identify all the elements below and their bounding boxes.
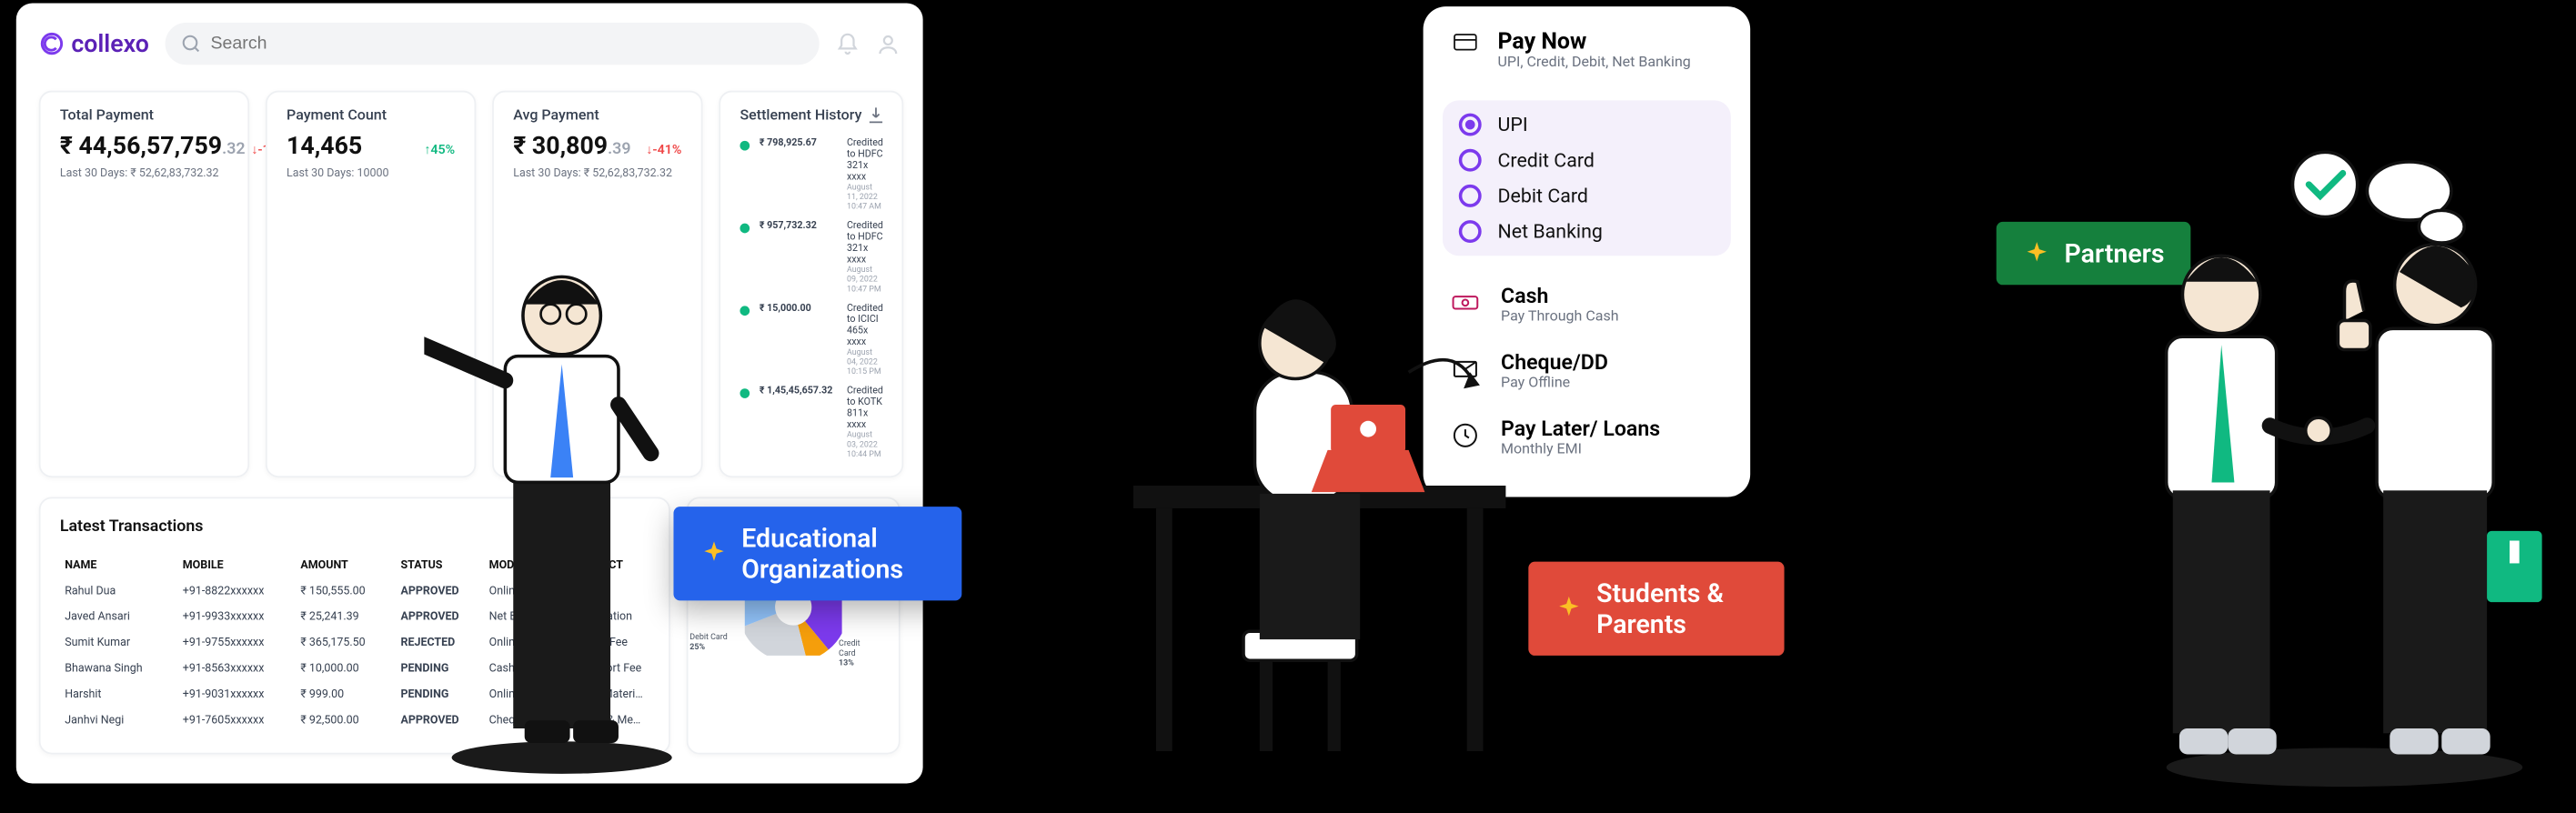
sparkle-icon	[699, 539, 729, 568]
download-icon[interactable]	[867, 105, 886, 125]
status-dot-icon	[740, 141, 750, 151]
radio-credit[interactable]: Credit Card	[1459, 149, 1715, 172]
settlement-row: ₹ 15,000.00Credited to ICICI 465x xxxxAu…	[740, 303, 882, 377]
col-header: NAME	[60, 552, 178, 577]
avatar-icon[interactable]	[876, 32, 901, 56]
radio-upi[interactable]: UPI	[1459, 114, 1715, 136]
badge-educational: Educational Organizations	[673, 507, 961, 600]
total-payment-card: Total Payment ₹ 44,56,57,759.32 -15% Las…	[39, 91, 249, 477]
col-header: AMOUNT	[296, 552, 396, 577]
bell-icon[interactable]	[835, 32, 860, 56]
settlement-row: ₹ 1,45,45,657.32Credited to KOTK 811x xx…	[740, 386, 882, 460]
settlement-row: ₹ 798,925.67Credited to HDFC 321x xxxxAu…	[740, 137, 882, 212]
card-icon	[1449, 29, 1482, 55]
sparkle-icon	[1555, 594, 1584, 623]
brand-logo: collexo	[39, 29, 149, 58]
sparkle-icon	[2022, 239, 2051, 268]
teacher-illustration	[424, 195, 699, 778]
status-dot-icon	[740, 224, 750, 234]
search-icon	[180, 33, 203, 55]
settlement-history-card: Settlement History ₹ 798,925.67Credited …	[719, 91, 904, 477]
delta-down-icon	[646, 143, 652, 157]
partners-illustration	[2101, 126, 2571, 790]
search-input-wrap	[166, 23, 820, 65]
search-input[interactable]	[166, 23, 820, 65]
student-illustration	[1101, 276, 1538, 794]
payment-method-radio-group: UPI Credit Card Debit Card Net Banking	[1443, 100, 1731, 256]
col-header: MOBILE	[177, 552, 296, 577]
badge-students: Students & Parents	[1528, 562, 1784, 656]
radio-debit[interactable]: Debit Card	[1459, 185, 1715, 207]
delta-up-icon	[424, 143, 430, 157]
radio-netbanking[interactable]: Net Banking	[1459, 220, 1715, 243]
settlement-row: ₹ 957,732.32Credited to HDFC 321x xxxxAu…	[740, 220, 882, 295]
pie-label: Credit Card13%	[839, 639, 860, 668]
status-dot-icon	[740, 306, 750, 316]
status-dot-icon	[740, 388, 750, 398]
